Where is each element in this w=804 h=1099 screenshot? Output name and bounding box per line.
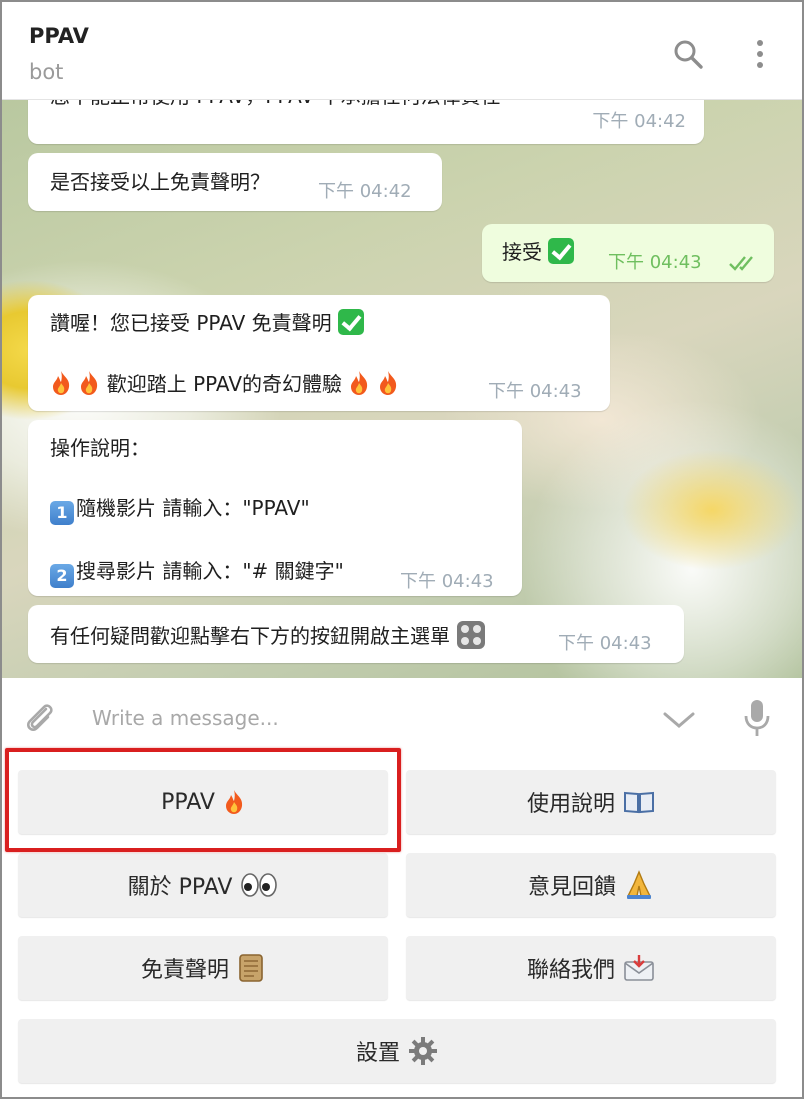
keyboard-grid-icon: [457, 621, 486, 649]
fire-icon: [53, 371, 70, 395]
message-text: 接受: [502, 240, 542, 264]
message-input-bar: Write a message...: [2, 678, 802, 754]
message-title: 操作說明：: [50, 436, 150, 460]
message-bubble: 您不能正常使用 PPAV，PPAV 不承擔任何法律責任 下午 04:42: [28, 100, 704, 144]
telegram-chat-window: PPAV bot 您不能正常使用 PPAV，PPAV 不承擔任何法律責任 下午 …: [0, 0, 804, 1099]
message-bubble: 是否接受以上免責聲明？ 下午 04:42: [28, 153, 442, 211]
keyboard-button-settings[interactable]: 設置: [18, 1019, 776, 1083]
highlight-box: [5, 748, 401, 852]
chat-title[interactable]: PPAV: [29, 24, 89, 48]
paperclip-icon[interactable]: [22, 700, 58, 740]
check-mark-icon: [338, 309, 364, 335]
keycap-digit-icon: 1: [50, 501, 74, 525]
message-bubble: 有任何疑問歡迎點擊右下方的按鈕開啟主選單 下午 04:43: [28, 605, 684, 663]
message-bubble: 操作說明： 1 隨機影片 請輸入："PPAV" 2 搜尋影片 請輸入："# 關鍵字"…: [28, 420, 522, 596]
keyboard-button-instructions[interactable]: 使用說明: [406, 770, 776, 834]
message-time: 下午 04:42: [318, 181, 412, 202]
check-mark-icon: [548, 238, 575, 264]
button-label: 聯絡我們: [526, 958, 615, 983]
message-time: 下午 04:43: [488, 381, 582, 402]
search-icon[interactable]: [670, 36, 706, 72]
message-time: 下午 04:43: [608, 252, 702, 273]
button-label: 意見回饋: [527, 875, 616, 900]
chat-subtitle: bot: [29, 60, 64, 84]
chevron-down-icon[interactable]: [662, 710, 696, 734]
eyes-icon: [241, 873, 278, 897]
read-double-check-icon: [728, 251, 758, 279]
keycap-digit-icon: 2: [50, 564, 74, 588]
chat-header: PPAV bot: [2, 2, 802, 100]
message-text: 有任何疑問歡迎點擊右下方的按鈕開啟主選單: [50, 624, 450, 648]
message-bubble-outgoing: 接受 下午 04:43: [482, 224, 774, 282]
message-text: 是否接受以上免責聲明？: [50, 170, 270, 194]
keyboard-button-contact[interactable]: 聯絡我們: [406, 936, 776, 1000]
keyboard-button-about[interactable]: 關於 PPAV: [18, 853, 388, 917]
more-vertical-icon[interactable]: [742, 36, 778, 72]
microphone-icon[interactable]: [742, 698, 772, 744]
message-step2: 搜尋影片 請輸入："# 關鍵字": [76, 559, 344, 583]
message-text: 您不能正常使用 PPAV，PPAV 不承擔任何法律責任: [50, 100, 501, 110]
folded-hands-icon: [626, 870, 652, 899]
fire-icon: [379, 371, 396, 395]
scroll-icon: [239, 954, 263, 982]
message-step1: 隨機影片 請輸入："PPAV": [76, 496, 310, 520]
keyboard-button-feedback[interactable]: 意見回饋: [406, 853, 776, 917]
button-label: 關於 PPAV: [127, 875, 233, 900]
envelope-icon: [624, 955, 654, 981]
message-bubble: 讚喔！您已接受 PPAV 免責聲明 歡迎踏上 PPAV的奇幻體驗 下午 04:4…: [28, 295, 610, 411]
gear-icon: [409, 1037, 437, 1065]
fire-icon: [81, 371, 98, 395]
message-input[interactable]: Write a message...: [92, 706, 279, 730]
message-text-line1: 讚喔！您已接受 PPAV 免責聲明: [50, 311, 332, 335]
button-label: 使用說明: [526, 792, 615, 817]
message-time: 下午 04:42: [592, 111, 686, 132]
message-time: 下午 04:43: [400, 571, 494, 592]
message-text-line2: 歡迎踏上 PPAV的奇幻體驗: [106, 372, 343, 396]
chat-history[interactable]: 您不能正常使用 PPAV，PPAV 不承擔任何法律責任 下午 04:42 是否接…: [2, 100, 802, 678]
button-label: 設置: [355, 1041, 400, 1066]
fire-icon: [351, 371, 368, 395]
button-label: 免責聲明: [140, 958, 229, 983]
message-time: 下午 04:43: [558, 633, 652, 654]
keyboard-button-disclaimer[interactable]: 免責聲明: [18, 936, 388, 1000]
book-icon: [624, 791, 654, 814]
